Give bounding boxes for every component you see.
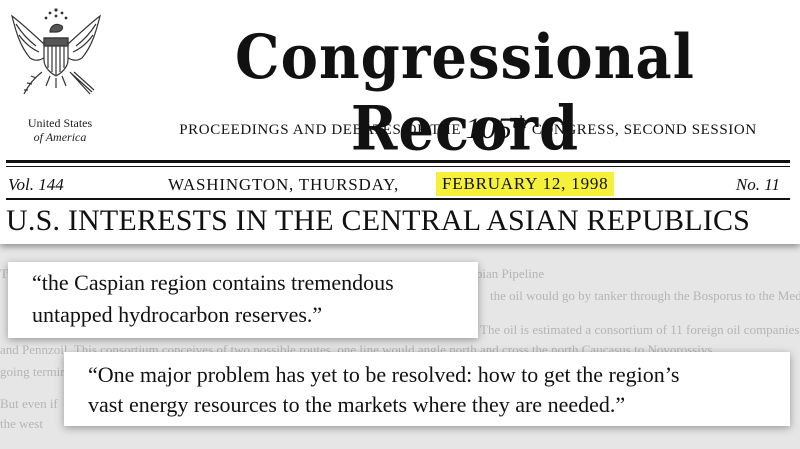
publication-subtitle: PROCEEDINGS AND DEBATES OF THE 105th CON… xyxy=(148,112,788,146)
seal-caption: United States of America xyxy=(14,116,106,144)
quote-card: “One major problem has yet to be resolve… xyxy=(64,352,790,426)
place-and-day: WASHINGTON, THURSDAY, xyxy=(168,175,400,194)
quote-line: “One major problem has yet to be resolve… xyxy=(88,362,680,387)
quote-line: untapped hydrocarbon reserves.” xyxy=(32,302,323,327)
background-text-line: The oil is estimated a consortium of 11 … xyxy=(480,322,800,337)
quote-line: “the Caspian region contains tremendous xyxy=(32,270,394,295)
divider xyxy=(6,198,790,200)
congress-number: 105 xyxy=(465,112,513,145)
background-text-line: the oil would go by tanker through the B… xyxy=(490,288,800,303)
volume-number: Vol. 144 xyxy=(8,175,64,194)
subtitle-suffix: CONGRESS, SECOND SESSION xyxy=(531,122,757,138)
highlighted-date: FEBRUARY 12, 1998 xyxy=(436,172,615,196)
divider xyxy=(6,160,790,163)
congress-ordinal: th xyxy=(512,112,528,132)
subtitle-prefix: PROCEEDINGS AND DEBATES OF THE xyxy=(179,122,462,138)
quote-card: “the Caspian region contains tremendous … xyxy=(8,262,478,338)
eagle-seal-icon xyxy=(11,8,101,95)
seal-caption-line2: of America xyxy=(33,130,87,144)
divider xyxy=(6,166,790,167)
quote-line: vast energy resources to the markets whe… xyxy=(88,392,626,417)
masthead: United States of America Congressional R… xyxy=(0,0,800,244)
article-headline: U.S. INTERESTS IN THE CENTRAL ASIAN REPU… xyxy=(6,204,751,237)
seal-caption-line1: United States xyxy=(27,116,93,130)
issue-number: No. 11 xyxy=(735,175,780,194)
dateline: Vol. 144 WASHINGTON, THURSDAY, FEBRUARY … xyxy=(6,172,786,196)
